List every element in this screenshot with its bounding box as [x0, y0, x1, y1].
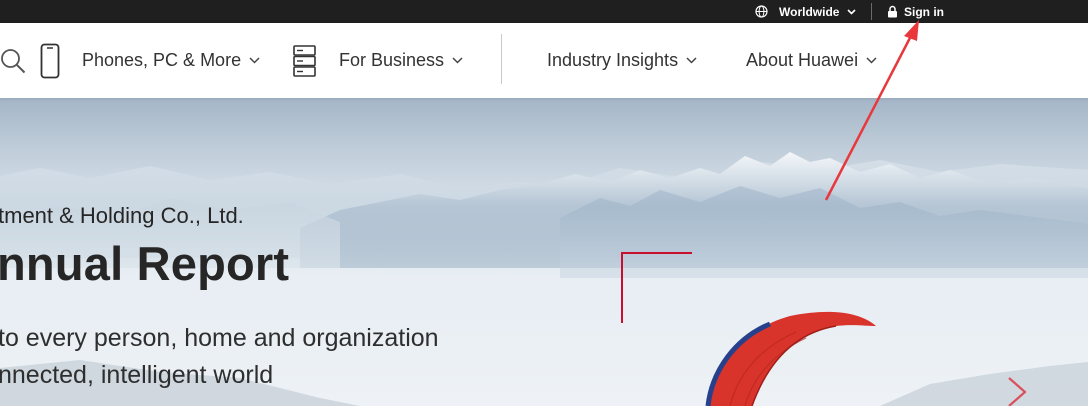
chevron-down-icon [866, 57, 877, 64]
region-selector[interactable]: Worldwide [755, 0, 867, 23]
sign-in-label: Sign in [904, 4, 944, 19]
hero-tagline-line-1: to every person, home and organization [0, 324, 439, 352]
phone-icon [40, 43, 60, 78]
hero-banner[interactable]: tment & Holding Co., Ltd. nnual Report t… [0, 98, 1088, 406]
nav-item-industry-insights[interactable]: Industry Insights [547, 23, 697, 98]
nav-item-label: Industry Insights [547, 50, 679, 70]
topbar-separator [871, 3, 872, 20]
chevron-down-icon [847, 8, 857, 15]
nav-item-for-business[interactable]: For Business [293, 23, 463, 98]
lock-icon [888, 5, 897, 18]
hero-subtitle: tment & Holding Co., Ltd. [0, 203, 244, 228]
chevron-down-icon [249, 57, 260, 64]
nav-item-label: For Business [339, 50, 445, 70]
main-navigation: Phones, PC & More For Business Industry … [0, 23, 1088, 98]
nav-item-label: About Huawei [746, 50, 859, 70]
sign-in-link[interactable]: Sign in [887, 0, 944, 23]
top-utility-bar: Worldwide Sign in [0, 0, 1088, 23]
nav-item-about-huawei[interactable]: About Huawei [746, 23, 877, 98]
chevron-right-icon [1008, 377, 1027, 406]
globe-icon [755, 5, 768, 18]
nav-item-label: Phones, PC & More [82, 50, 242, 70]
nav-item-phones-pc-more[interactable]: Phones, PC & More [40, 23, 260, 98]
chevron-down-icon [452, 57, 463, 64]
nav-divider [501, 34, 502, 84]
hero-tagline-line-2: nnected, intelligent world [0, 361, 274, 389]
carousel-next-button[interactable] [1005, 376, 1029, 406]
region-label: Worldwide [779, 4, 840, 19]
search-icon [1, 48, 26, 73]
chevron-down-icon [686, 57, 697, 64]
server-icon [293, 44, 316, 77]
hero-title: nnual Report [0, 237, 290, 290]
